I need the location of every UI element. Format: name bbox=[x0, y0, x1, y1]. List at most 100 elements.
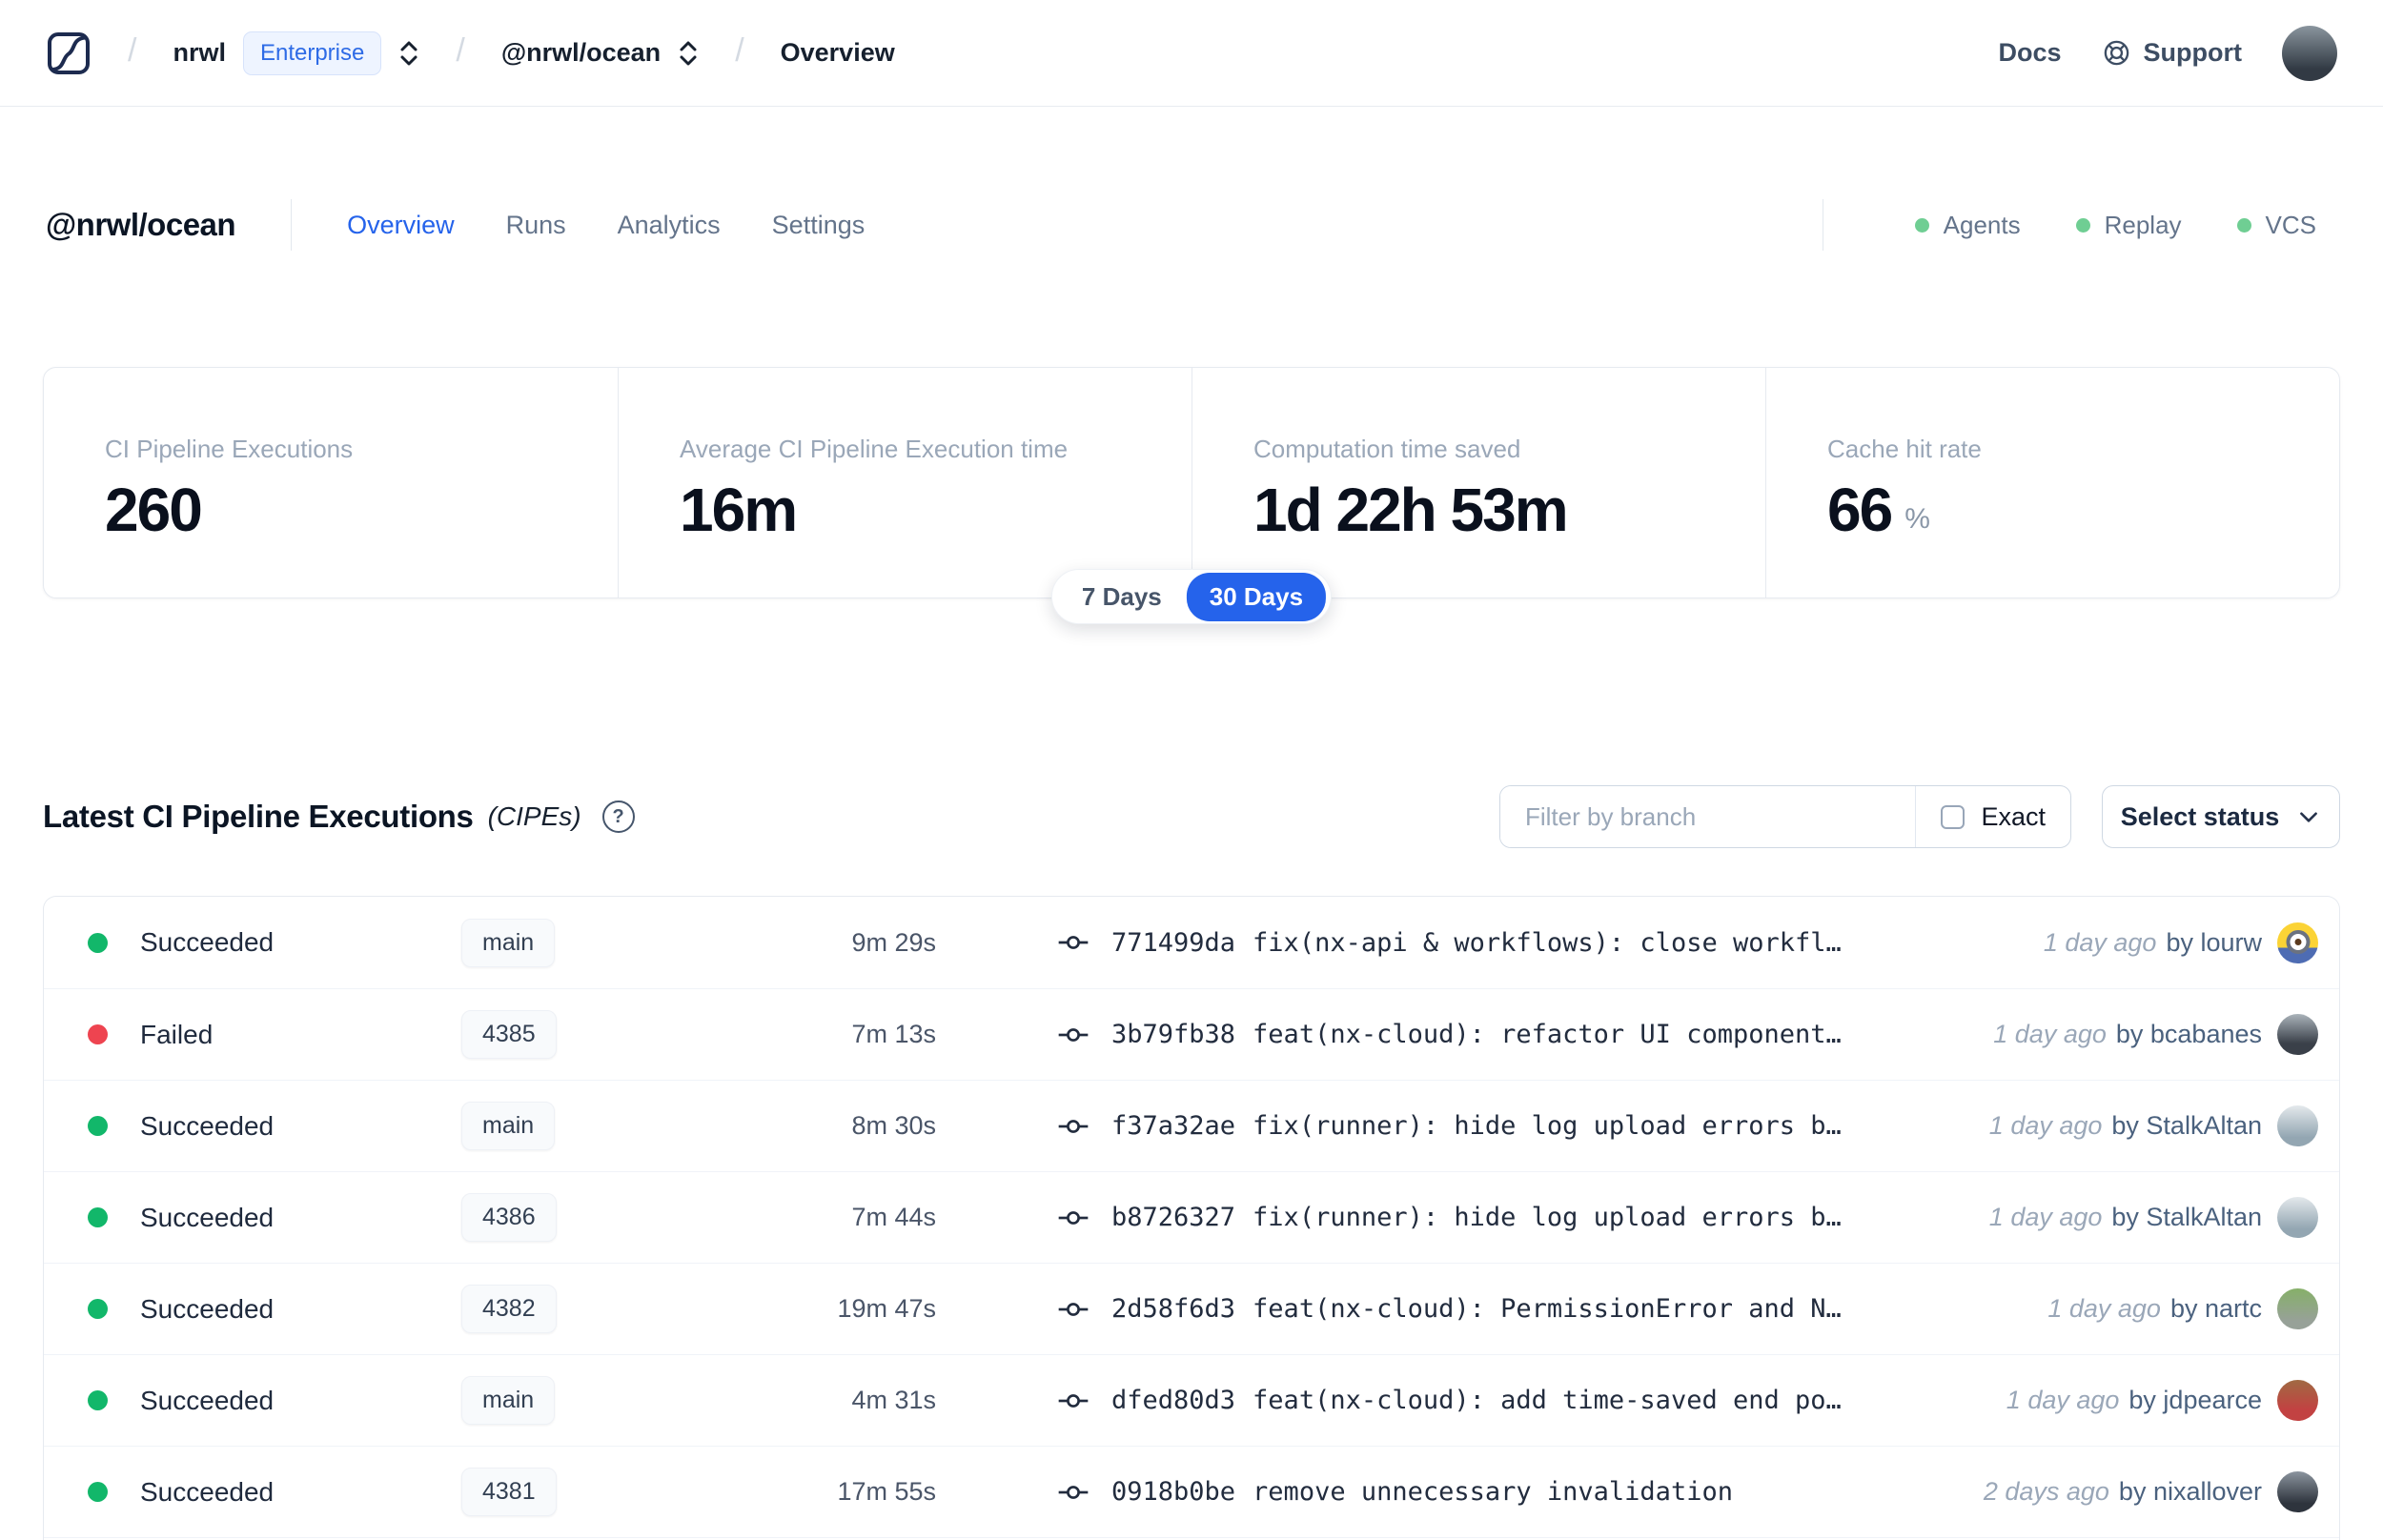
author: by StalkAltan bbox=[2111, 1203, 2262, 1231]
green-status-dot bbox=[2075, 217, 2090, 233]
branch-filter-group: Exact bbox=[1499, 785, 2071, 848]
branch-badge[interactable]: main bbox=[461, 1376, 556, 1425]
status-label: Succeeded bbox=[140, 927, 275, 957]
stat-label: Average CI Pipeline Execution time bbox=[680, 435, 1069, 463]
status-replay[interactable]: Replay bbox=[2075, 211, 2182, 240]
git-commit-icon bbox=[1058, 927, 1089, 958]
git-commit-icon bbox=[1058, 1020, 1089, 1050]
status-dot bbox=[88, 932, 108, 953]
status-label: Failed bbox=[140, 1019, 214, 1049]
duration: 7m 44s bbox=[851, 1203, 936, 1231]
org-switcher-chevron-up-down-icon[interactable] bbox=[398, 38, 419, 69]
branch-badge[interactable]: 4386 bbox=[461, 1193, 557, 1242]
commit-hash[interactable]: dfed80d3 bbox=[1111, 1386, 1235, 1415]
cipe-row[interactable]: Succeeded 4386 7m 44s b8726327 fix(runner… bbox=[44, 1171, 2339, 1263]
cipe-row[interactable]: Failed 4385 7m 13s 3b79fb38 feat(nx-cloud… bbox=[44, 988, 2339, 1080]
tab-analytics[interactable]: Analytics bbox=[618, 211, 721, 240]
branch-badge[interactable]: main bbox=[461, 918, 556, 967]
green-status-dot bbox=[2236, 217, 2251, 233]
stat-cache-hit-rate: Cache hit rate 66 % bbox=[1765, 368, 2339, 598]
stat-value: 16m bbox=[680, 476, 798, 544]
toggle-30-days[interactable]: 30 Days bbox=[1186, 572, 1327, 621]
enterprise-badge: Enterprise bbox=[242, 30, 382, 75]
author-avatar bbox=[2277, 1197, 2318, 1238]
status-label: Succeeded bbox=[140, 1202, 275, 1232]
commit-message: feat(nx-cloud): refactor UI component… bbox=[1253, 1020, 1842, 1049]
status-label: Succeeded bbox=[140, 1476, 275, 1507]
stat-ci-pipeline-executions: CI Pipeline Executions 260 bbox=[44, 368, 618, 598]
commit-message: feat(nx-cloud): PermissionError and N… bbox=[1253, 1294, 1842, 1324]
status-vcs[interactable]: VCS bbox=[2236, 211, 2316, 240]
status-dot bbox=[88, 1390, 108, 1410]
time-ago: 1 day ago bbox=[2047, 1294, 2161, 1323]
tab-settings[interactable]: Settings bbox=[772, 211, 866, 240]
lifebuoy-icon bbox=[2102, 38, 2131, 68]
date-range-toggle: 7 Days 30 Days bbox=[1050, 569, 1333, 624]
stats-section: CI Pipeline Executions 260 Average CI Pi… bbox=[43, 367, 2340, 624]
status-dot bbox=[88, 1116, 108, 1136]
cipe-row[interactable]: Succeeded main 8m 30s f37a32ae fix(runner… bbox=[44, 1080, 2339, 1171]
time-ago: 1 day ago bbox=[2006, 1386, 2120, 1414]
commit-hash[interactable]: 3b79fb38 bbox=[1111, 1020, 1235, 1049]
author-avatar bbox=[2277, 1105, 2318, 1146]
divider bbox=[291, 199, 293, 251]
author: by bcabanes bbox=[2115, 1020, 2262, 1048]
branch-badge[interactable]: 4382 bbox=[461, 1285, 557, 1333]
duration: 9m 29s bbox=[851, 927, 936, 957]
docs-link[interactable]: Docs bbox=[1998, 38, 2061, 68]
stat-value: 66 bbox=[1827, 476, 1893, 544]
workspace-header: @nrwl/ocean Overview Runs Analytics Sett… bbox=[0, 194, 2383, 255]
breadcrumb: / nrwl Enterprise / @nrwl/ocean / Overvi… bbox=[46, 30, 895, 76]
stat-computation-time-saved: Computation time saved 1d 22h 53m bbox=[1192, 368, 1765, 598]
cipe-row[interactable]: Succeeded 4382 19m 47s 2d58f6d3 feat(nx-c… bbox=[44, 1263, 2339, 1354]
workspace-feature-statuses: Agents Replay VCS bbox=[1822, 199, 2337, 251]
stat-value: 260 bbox=[105, 476, 203, 544]
help-icon[interactable]: ? bbox=[601, 800, 635, 833]
cipe-row[interactable]: Succeeded main 9m 29s 771499da fix(nx-api… bbox=[44, 897, 2339, 988]
cipes-section-header: Latest CI Pipeline Executions (CIPEs) ? … bbox=[43, 785, 2340, 848]
status-agents[interactable]: Agents bbox=[1914, 211, 2021, 240]
user-avatar[interactable] bbox=[2282, 25, 2337, 81]
toggle-7-days[interactable]: 7 Days bbox=[1057, 582, 1187, 612]
git-commit-icon bbox=[1058, 1477, 1089, 1508]
commit-message: fix(runner): hide log upload errors b… bbox=[1253, 1203, 1842, 1232]
breadcrumb-separator: / bbox=[128, 32, 137, 69]
branch-badge[interactable]: 4385 bbox=[461, 1010, 557, 1059]
author-avatar bbox=[2277, 922, 2318, 963]
workspace-tabs: Overview Runs Analytics Settings bbox=[347, 211, 865, 240]
commit-hash[interactable]: b8726327 bbox=[1111, 1203, 1235, 1232]
stat-label: Computation time saved bbox=[1253, 435, 1521, 463]
status-label: Succeeded bbox=[140, 1110, 275, 1141]
stat-suffix: % bbox=[1904, 503, 1930, 535]
commit-hash[interactable]: 771499da bbox=[1111, 928, 1235, 958]
breadcrumb-org[interactable]: nrwl bbox=[173, 38, 226, 68]
commit-message: fix(nx-api & workflows): close workfl… bbox=[1253, 927, 1842, 958]
nx-cloud-logo-icon[interactable] bbox=[46, 30, 92, 76]
cipe-row[interactable]: Succeeded main 4m 31s dfed80d3 feat(nx-cl… bbox=[44, 1354, 2339, 1446]
status-dot bbox=[88, 1482, 108, 1502]
commit-hash[interactable]: 2d58f6d3 bbox=[1111, 1294, 1235, 1324]
cipe-row[interactable]: Succeeded 4381 17m 55s 0918b0be remove un… bbox=[44, 1446, 2339, 1537]
branch-badge[interactable]: main bbox=[461, 1102, 556, 1150]
tab-runs[interactable]: Runs bbox=[506, 211, 566, 240]
status-select-label: Select status bbox=[2120, 801, 2280, 831]
commit-message: remove unnecessary invalidation bbox=[1253, 1477, 1733, 1507]
tab-overview[interactable]: Overview bbox=[347, 211, 455, 240]
status-select[interactable]: Select status bbox=[2102, 785, 2340, 848]
branch-badge[interactable]: 4381 bbox=[461, 1468, 557, 1516]
commit-hash[interactable]: f37a32ae bbox=[1111, 1111, 1235, 1141]
time-ago: 1 day ago bbox=[2043, 927, 2157, 957]
status-label: Succeeded bbox=[140, 1385, 275, 1415]
time-ago: 2 days ago bbox=[1983, 1477, 2109, 1506]
status-label: Succeeded bbox=[140, 1293, 275, 1324]
exact-checkbox[interactable] bbox=[1941, 804, 1965, 829]
author: by StalkAltan bbox=[2111, 1111, 2262, 1140]
green-status-dot bbox=[1914, 217, 1929, 233]
commit-hash[interactable]: 0918b0be bbox=[1111, 1477, 1235, 1507]
breadcrumb-workspace[interactable]: @nrwl/ocean bbox=[501, 38, 661, 68]
support-link[interactable]: Support bbox=[2102, 38, 2242, 68]
branch-filter-input[interactable] bbox=[1500, 786, 1916, 847]
time-ago: 1 day ago bbox=[1988, 1111, 2103, 1140]
stats-card: CI Pipeline Executions 260 Average CI Pi… bbox=[43, 367, 2340, 598]
workspace-switcher-chevron-up-down-icon[interactable] bbox=[678, 38, 699, 69]
